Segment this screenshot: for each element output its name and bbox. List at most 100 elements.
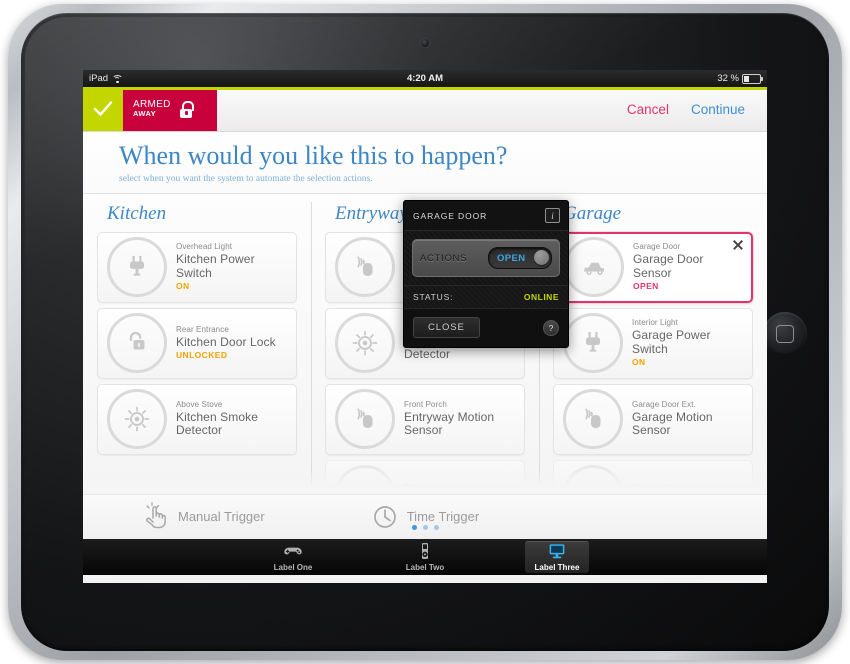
check-icon xyxy=(93,101,113,117)
device-sublabel: Rear Entrance xyxy=(176,325,229,334)
device-card-text: Rear Entrance Kitchen Door Lock UNLOCKED xyxy=(176,326,276,361)
device-card[interactable]: Garage Door Ext. Garage Motion Sensor xyxy=(553,383,753,455)
device-icon-ring xyxy=(564,237,624,298)
device-icon-ring xyxy=(335,313,395,374)
page-dot[interactable] xyxy=(433,524,439,530)
device-card[interactable]: Garage Door Garage Door Sensor OPEN xyxy=(553,231,753,303)
tab-label: Label Three xyxy=(534,563,580,573)
device-state: OPEN xyxy=(633,281,659,292)
ipad-device: iPad 4:20 AM 32 % ARMED AWAY Cancel Cont… xyxy=(0,0,850,664)
garage-door-popup: GARAGE DOOR i ACTIONS OPEN STATUS: ONLIN… xyxy=(403,200,569,348)
help-icon[interactable]: ? xyxy=(543,319,559,336)
device-name: Garage Power Switch xyxy=(632,328,711,356)
device-state: UNLOCKED xyxy=(176,350,228,361)
info-icon[interactable]: i xyxy=(545,208,560,223)
motion-sensor-icon xyxy=(357,256,373,277)
lock-icon xyxy=(179,100,195,118)
actions-row: ACTIONS OPEN xyxy=(412,239,560,277)
column-garage: Garage Garage Door Garage Door Sensor OPEN… xyxy=(539,194,767,531)
ios-status-bar: iPad 4:20 AM 32 % xyxy=(83,70,767,87)
open-toggle-label: OPEN xyxy=(497,252,526,264)
device-icon-ring xyxy=(107,237,167,298)
device-card-text: Overhead Light Kitchen Power Switch ON xyxy=(176,243,288,291)
device-name: Garage Motion Sensor xyxy=(632,409,713,438)
device-card[interactable]: Overhead Light Kitchen Power Switch ON xyxy=(97,231,297,303)
device-icon-ring xyxy=(107,313,167,374)
battery-icon xyxy=(742,73,763,84)
device-card[interactable]: Above Stove Kitchen Smoke Detector xyxy=(97,383,297,455)
device-name: Kitchen Door Lock xyxy=(176,334,276,349)
popup-title: GARAGE DOOR xyxy=(413,210,488,221)
device-name: Garage Door Sensor xyxy=(633,252,704,280)
car-icon xyxy=(584,263,604,276)
device-card[interactable]: Interior Light Garage Power Switch ON xyxy=(553,307,753,379)
status-bar-clock: 4:20 AM xyxy=(406,73,444,84)
close-icon[interactable] xyxy=(731,238,745,252)
popup-body: ACTIONS OPEN xyxy=(404,231,568,285)
device-state: ON xyxy=(176,281,190,292)
continue-button[interactable]: Continue xyxy=(691,102,745,117)
device-sublabel: Entryway xyxy=(404,483,438,492)
device-icon-ring xyxy=(107,389,167,450)
device-sublabel: Garage Door xyxy=(633,243,681,252)
device-card-text: Interior Light Garage Power Switch ON xyxy=(632,319,744,367)
smoke-detector-icon xyxy=(352,331,378,356)
close-button[interactable]: CLOSE xyxy=(413,317,480,338)
page-dot[interactable] xyxy=(411,524,417,530)
tab-label: Label Two xyxy=(405,563,445,573)
armed-mode-label: AWAY xyxy=(133,109,156,119)
popup-header: GARAGE DOOR i xyxy=(404,201,568,231)
armed-check-badge[interactable] xyxy=(83,87,123,131)
page-dots[interactable] xyxy=(83,517,767,535)
popup-footer: CLOSE ? xyxy=(404,309,568,347)
app-bar-actions: Cancel Continue xyxy=(627,87,767,131)
trigger-bar: Manual Trigger Time Trigger xyxy=(83,493,767,539)
armed-state-text: ARMED AWAY xyxy=(133,99,171,119)
device-sublabel: Above Stove xyxy=(176,400,223,409)
power-plug-icon xyxy=(586,332,600,352)
app-bar: ARMED AWAY Cancel Continue xyxy=(83,87,767,132)
motion-sensor-icon xyxy=(585,408,601,429)
cancel-button[interactable]: Cancel xyxy=(627,102,669,117)
device-card[interactable]: Rear Entrance Kitchen Door Lock UNLOCKED xyxy=(97,307,297,379)
battery-percent-label: 32 % xyxy=(717,73,739,84)
device-card-text: Garage Door Ext. Garage Motion Sensor xyxy=(632,401,744,438)
page-dot[interactable] xyxy=(422,524,428,530)
device-card-text: Front Porch Entryway Motion Sensor xyxy=(404,401,516,438)
device-icon-ring xyxy=(335,237,395,298)
device-state: ON xyxy=(632,357,646,368)
tab-label-three[interactable]: Label Three xyxy=(525,540,589,573)
device-sublabel: Interior Light xyxy=(632,319,678,328)
gamepad-icon xyxy=(284,548,302,555)
status-value: ONLINE xyxy=(523,292,559,302)
status-bar-right: 32 % xyxy=(717,73,763,84)
column-kitchen: Kitchen Overhead Light Kitchen Power Swit… xyxy=(83,194,311,494)
motion-sensor-icon xyxy=(357,408,373,429)
device-name: Entryway Motion Sensor xyxy=(404,409,495,438)
page-subtitle: select when you want the system to autom… xyxy=(119,173,373,184)
page-title: When would you like this to happen? xyxy=(119,141,508,170)
device-card[interactable]: Front Porch Entryway Motion Sensor xyxy=(325,383,525,455)
column-title: Kitchen xyxy=(107,202,167,224)
monitor-icon xyxy=(549,544,565,559)
toggle-knob xyxy=(534,250,549,265)
tab-bar: Label One Label Two Label Three xyxy=(83,538,767,575)
device-card-text: Garage Door Garage Door Sensor OPEN xyxy=(633,243,743,291)
column-title: Garage xyxy=(563,202,622,224)
device-name: Kitchen Smoke Detector xyxy=(176,409,259,438)
tab-label-one[interactable]: Label One xyxy=(261,541,325,573)
device-card-text: Above Stove Kitchen Smoke Detector xyxy=(176,401,288,438)
ipod-icon xyxy=(422,543,428,560)
device-sublabel: Garage Door Ext. xyxy=(632,400,696,409)
smoke-detector-icon xyxy=(124,407,150,432)
device-sublabel: Overhead Light xyxy=(176,243,233,252)
open-toggle[interactable]: OPEN xyxy=(488,247,552,269)
device-sublabel: Garage Interior xyxy=(632,483,688,492)
ipad-screen: iPad 4:20 AM 32 % ARMED AWAY Cancel Cont… xyxy=(83,70,767,583)
tab-label: Label One xyxy=(273,563,313,573)
tab-label-two[interactable]: Label Two xyxy=(393,541,457,573)
armed-state-badge[interactable]: ARMED AWAY xyxy=(123,87,217,131)
device-sublabel: Front Porch xyxy=(404,400,447,409)
home-button[interactable] xyxy=(763,312,807,356)
power-plug-icon xyxy=(130,256,144,276)
